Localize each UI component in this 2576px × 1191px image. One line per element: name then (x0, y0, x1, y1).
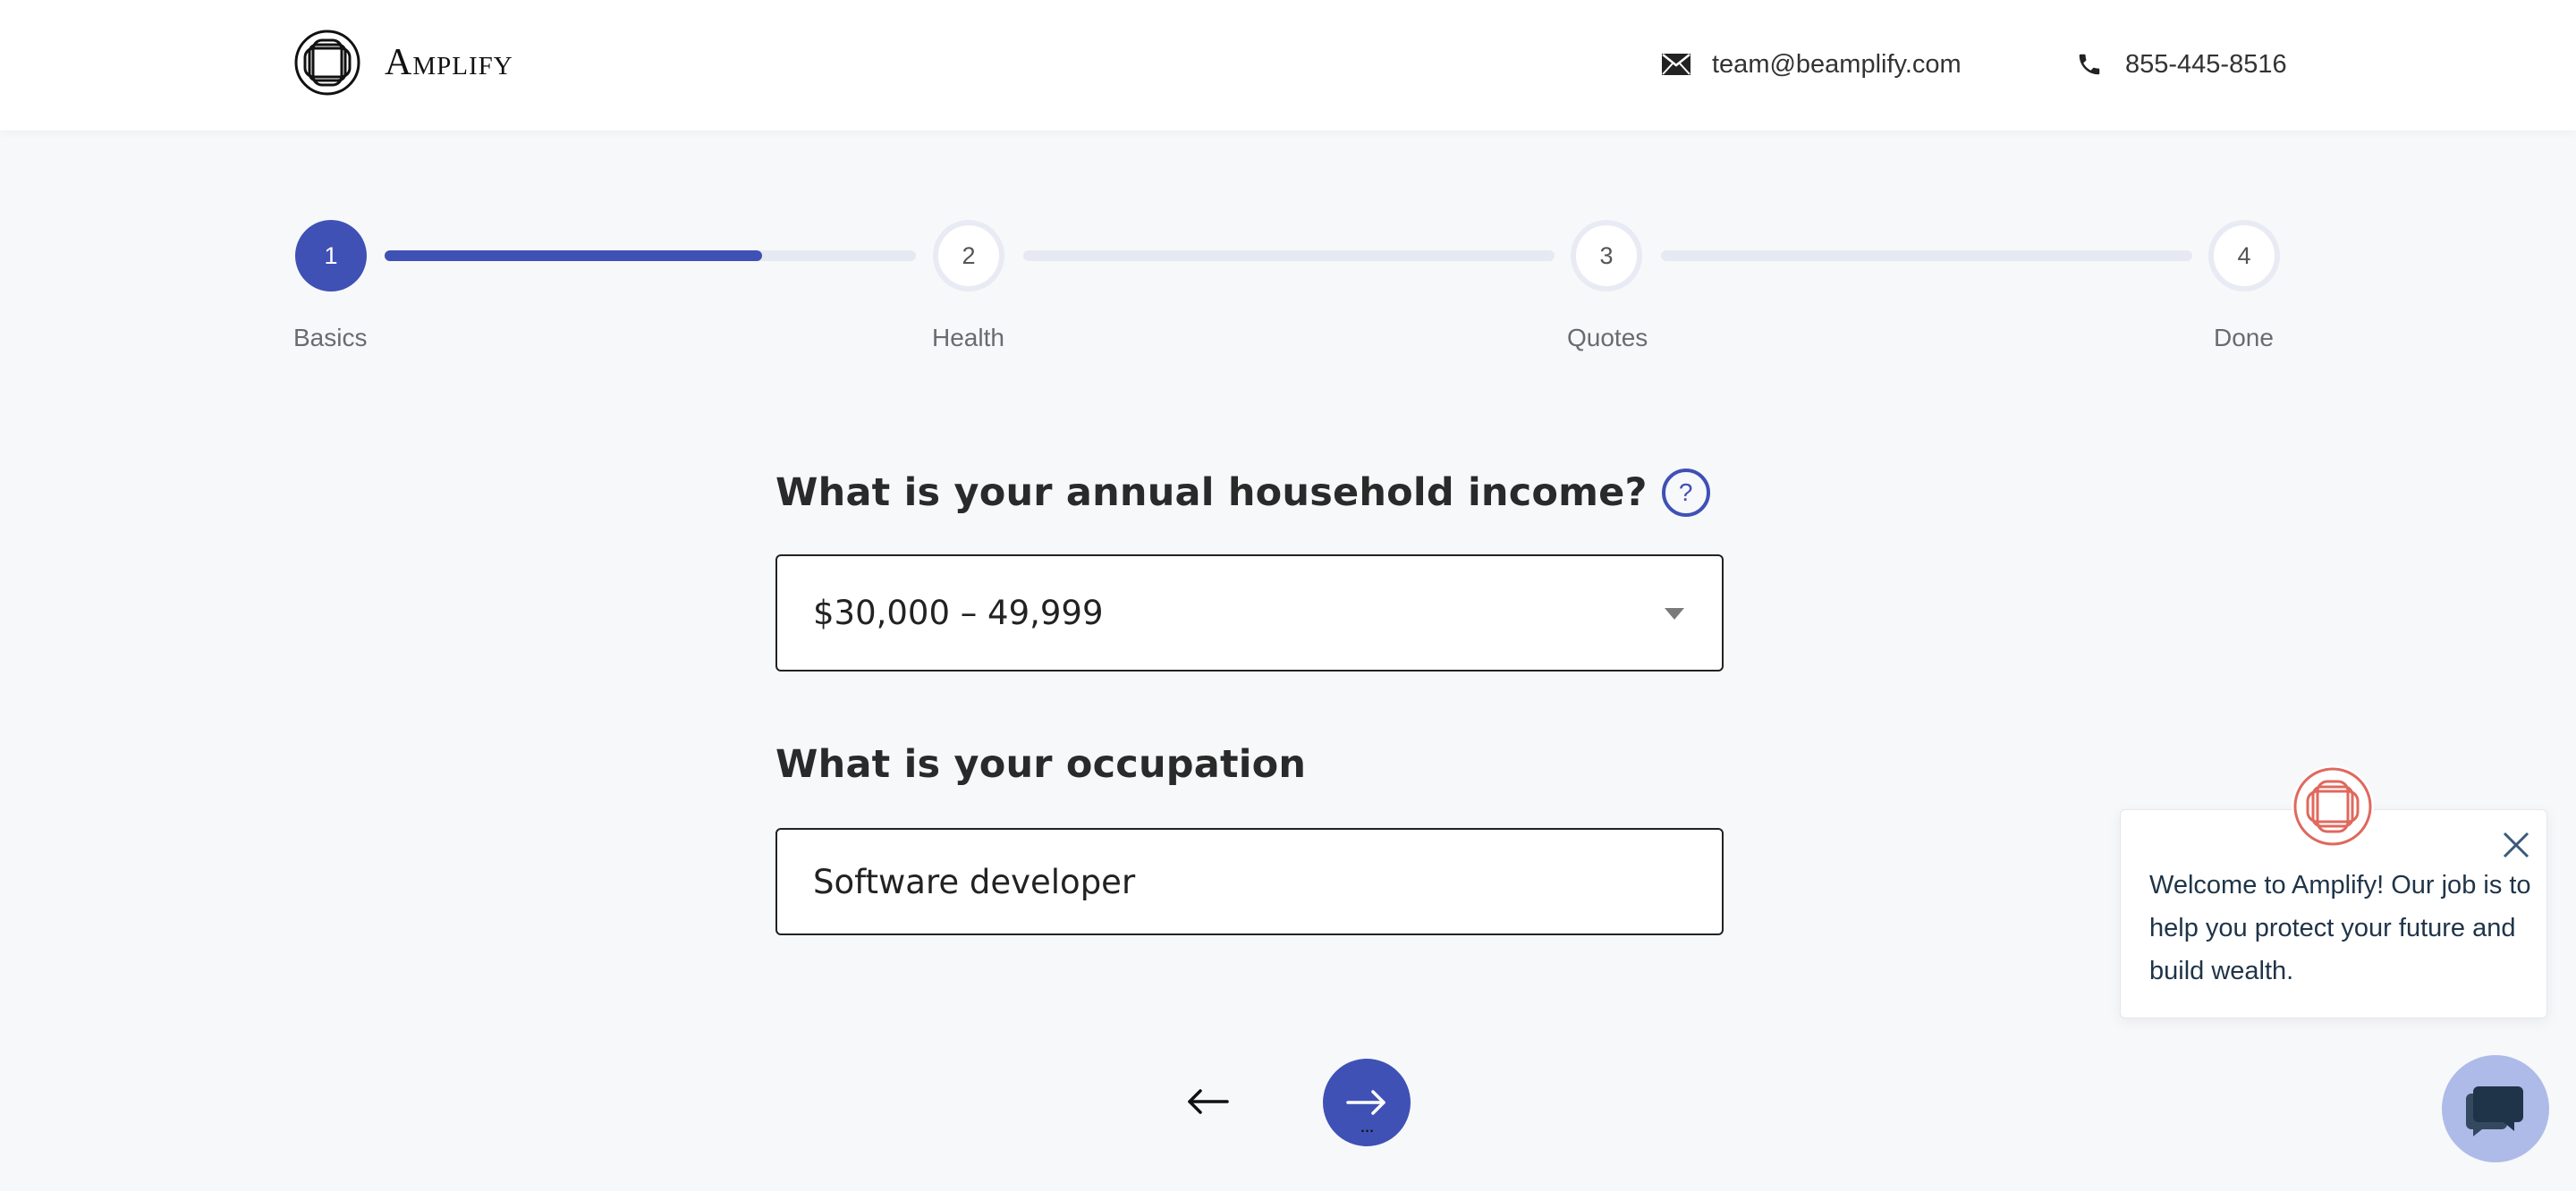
step-2-label: Health (932, 324, 1004, 351)
arrow-left-icon (1188, 1089, 1229, 1114)
chat-avatar-logo (2292, 765, 2374, 848)
step-1-number: 1 (324, 241, 338, 269)
arrow-right-icon (1346, 1090, 1385, 1115)
back-button[interactable] (1181, 1075, 1234, 1128)
income-question-text: What is your annual household income? (775, 470, 1648, 515)
chevron-down-icon (1665, 608, 1684, 620)
step-4-circle[interactable]: 4 (2208, 220, 2280, 291)
income-select[interactable]: $30,000 – 49,999 (775, 554, 1724, 672)
close-icon (2503, 832, 2529, 858)
progress-track-1 (385, 250, 916, 261)
step-4-number: 4 (2237, 241, 2251, 269)
progress-stepper: 1 2 3 4 Basics Health Quotes Done (0, 0, 2576, 376)
chat-bubbles-icon (2466, 1086, 2523, 1136)
help-icon[interactable]: ? (1661, 469, 1710, 517)
loading-dots: ... (1360, 1114, 1374, 1136)
step-4-label: Done (2214, 324, 2274, 351)
step-1-circle[interactable]: 1 (295, 220, 367, 291)
step-3-number: 3 (1599, 241, 1614, 269)
step-3-circle[interactable]: 3 (1571, 220, 1642, 291)
step-2-circle[interactable]: 2 (933, 220, 1004, 291)
progress-track-2 (1023, 250, 1555, 261)
chat-close-button[interactable] (2501, 830, 2531, 860)
income-question: What is your annual household income? ? (775, 469, 1710, 517)
next-button[interactable]: ... (1323, 1059, 1411, 1146)
occupation-question: What is your occupation (775, 742, 1307, 787)
progress-track-3 (1661, 250, 2192, 261)
chat-welcome-message: Welcome to Amplify! Our job is to help y… (2149, 871, 2531, 985)
step-3-label: Quotes (1567, 324, 1648, 351)
chat-launcher-button[interactable] (2442, 1055, 2549, 1162)
amplify-logo-icon (2293, 767, 2372, 846)
occupation-input[interactable] (775, 828, 1724, 935)
progress-track-1-fill (385, 250, 762, 261)
step-1-label: Basics (293, 324, 368, 351)
income-select-value: $30,000 – 49,999 (813, 594, 1104, 632)
step-2-number: 2 (962, 241, 976, 269)
